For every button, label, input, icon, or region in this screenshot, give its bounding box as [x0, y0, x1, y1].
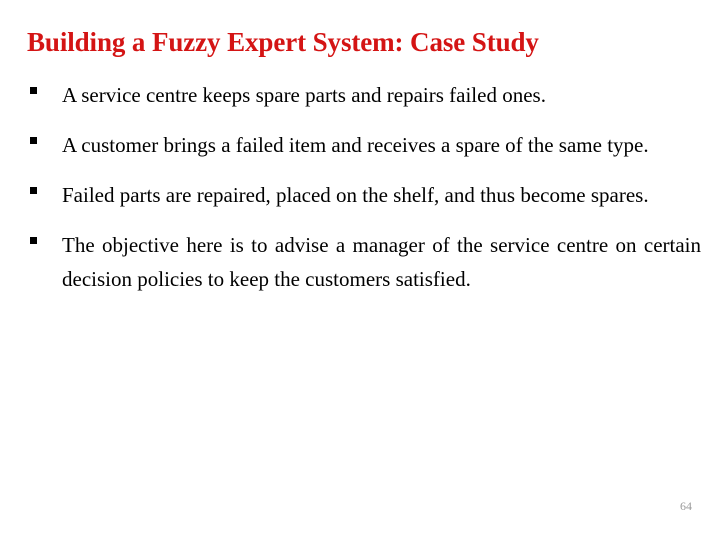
square-bullet-icon	[30, 87, 37, 94]
list-item: A service centre keeps spare parts and r…	[0, 78, 720, 112]
list-item-text: The objective here is to advise a manage…	[62, 233, 701, 291]
list-item: Failed parts are repaired, placed on the…	[0, 178, 720, 212]
list-item-text: Failed parts are repaired, placed on the…	[62, 183, 649, 207]
list-item-text: A customer brings a failed item and rece…	[62, 133, 649, 157]
page-number: 64	[680, 499, 692, 513]
slide-canvas: Building a Fuzzy Expert System: Case Stu…	[0, 0, 720, 540]
bullet-list: A service centre keeps spare parts and r…	[0, 78, 720, 296]
page-title: Building a Fuzzy Expert System: Case Stu…	[27, 27, 539, 57]
square-bullet-icon	[30, 237, 37, 244]
list-item: The objective here is to advise a manage…	[0, 228, 720, 296]
list-item: A customer brings a failed item and rece…	[0, 128, 720, 162]
square-bullet-icon	[30, 137, 37, 144]
square-bullet-icon	[30, 187, 37, 194]
list-item-text: A service centre keeps spare parts and r…	[62, 83, 546, 107]
